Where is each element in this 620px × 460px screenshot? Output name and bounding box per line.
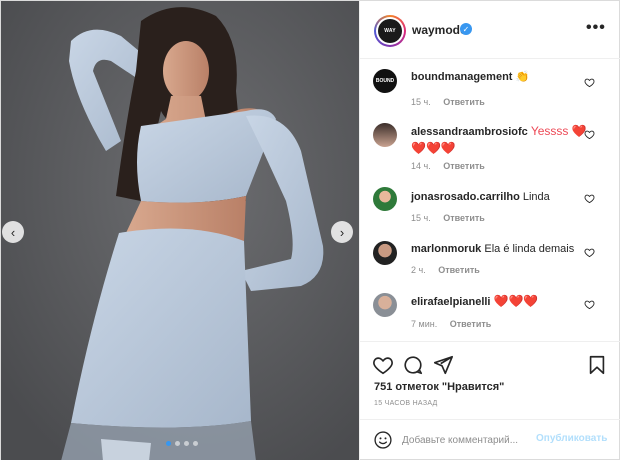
carousel-dot [184,441,189,446]
emoji-icon[interactable] [373,430,393,450]
carousel-dot [175,441,180,446]
comment-item: BOUND boundmanagement 👏 15 ч. Ответить [360,63,620,123]
comment-text: elirafaelpianelli ❤️❤️❤️ [411,293,593,310]
reply-button[interactable]: Ответить [443,213,485,223]
avatar-logo: BOUND [375,78,395,84]
comment-text: alessandraambrosiofc Yessss ❤️❤️❤️❤️ [411,123,593,157]
comment-meta: 15 ч. Ответить [411,97,495,107]
comment-item: jonasrosado.carrilho Linda 15 ч. Ответит… [360,187,620,247]
publish-button[interactable]: Опубликовать [536,433,607,444]
comment-meta: 2 ч. Ответить [411,265,490,275]
comment-meta: 15 ч. Ответить [411,213,495,223]
comment-text: boundmanagement 👏 [411,69,593,85]
like-comment-heart-icon[interactable] [584,77,595,88]
comment-meta: 7 мин. Ответить [411,319,501,329]
comment-time: 15 ч. [411,213,431,223]
comment-bubble-icon[interactable] [402,354,424,376]
comment-body: Linda [522,191,550,203]
bookmark-icon[interactable] [586,354,608,376]
avatar-logo: WAY [378,19,402,43]
like-comment-heart-icon[interactable] [584,247,595,258]
chevron-left-icon: ‹ [10,224,16,240]
commenter-avatar[interactable] [373,241,397,265]
commenter-username[interactable]: boundmanagement [411,71,512,83]
model-photo-illustration [1,1,359,460]
carousel-indicator [166,441,198,446]
commenter-avatar[interactable] [373,123,397,147]
commenter-avatar[interactable]: BOUND [373,69,397,93]
reply-button[interactable]: Ответить [450,319,492,329]
like-comment-heart-icon[interactable] [584,299,595,310]
comment-meta: 14 ч. Ответить [411,161,495,171]
carousel-dot [193,441,198,446]
comment-time: 2 ч. [411,265,426,275]
comment-text: jonasrosado.carrilho Linda [411,189,593,205]
post-header: WAY waymodel ✓ ••• [360,1,620,59]
commenter-username[interactable]: elirafaelpianelli [411,296,490,308]
commenter-avatar[interactable] [373,293,397,317]
commenter-avatar[interactable] [373,187,397,211]
previous-photo-button[interactable]: ‹ [2,221,24,243]
carousel-dot [166,441,171,446]
reply-button[interactable]: Ответить [443,97,485,107]
chevron-right-icon: › [339,224,345,240]
comment-text: marlonmoruk Ela é linda demais [411,241,593,257]
post-timestamp[interactable]: 15 ЧАСОВ НАЗАД [374,400,438,407]
comment-body: Ela é linda demais [484,243,575,255]
like-comment-heart-icon[interactable] [584,193,595,204]
post-actions: 751 отметок "Нравится" 15 ЧАСОВ НАЗАД [360,341,620,419]
verified-badge-icon: ✓ [460,23,472,35]
comment-item: marlonmoruk Ela é linda demais 2 ч. Отве… [360,239,620,299]
comment-input[interactable] [402,430,534,450]
commenter-username[interactable]: marlonmoruk [411,243,481,255]
more-options-button[interactable]: ••• [586,19,606,37]
add-comment-bar: Опубликовать [360,419,620,460]
author-avatar[interactable]: WAY [374,15,406,47]
like-heart-icon[interactable] [372,354,394,376]
share-paper-plane-icon[interactable] [432,354,454,376]
commenter-username[interactable]: alessandraambrosiofc [411,126,528,138]
commenter-username[interactable]: jonasrosado.carrilho [411,191,520,203]
reply-button[interactable]: Ответить [443,161,485,171]
comments-list: BOUND boundmanagement 👏 15 ч. Ответить a… [360,59,620,341]
comment-body: ❤️❤️❤️ [493,294,539,308]
comment-time: 7 мин. [411,319,438,329]
likes-count[interactable]: 751 отметок "Нравится" [374,381,504,393]
reply-button[interactable]: Ответить [438,265,480,275]
next-photo-button[interactable]: › [331,221,353,243]
comment-time: 15 ч. [411,97,431,107]
post-sidebar: WAY waymodel ✓ ••• BOUND boundmanagement… [359,1,620,460]
comment-body: 👏 [515,71,530,83]
post-photo[interactable]: ‹ › [1,1,359,460]
post-dialog: ‹ › WAY waymodel ✓ ••• BOUND boundmanage… [0,0,620,460]
comment-item: alessandraambrosiofc Yessss ❤️❤️❤️❤️ 14 … [360,119,620,185]
like-comment-heart-icon[interactable] [584,129,595,140]
comment-time: 14 ч. [411,161,431,171]
